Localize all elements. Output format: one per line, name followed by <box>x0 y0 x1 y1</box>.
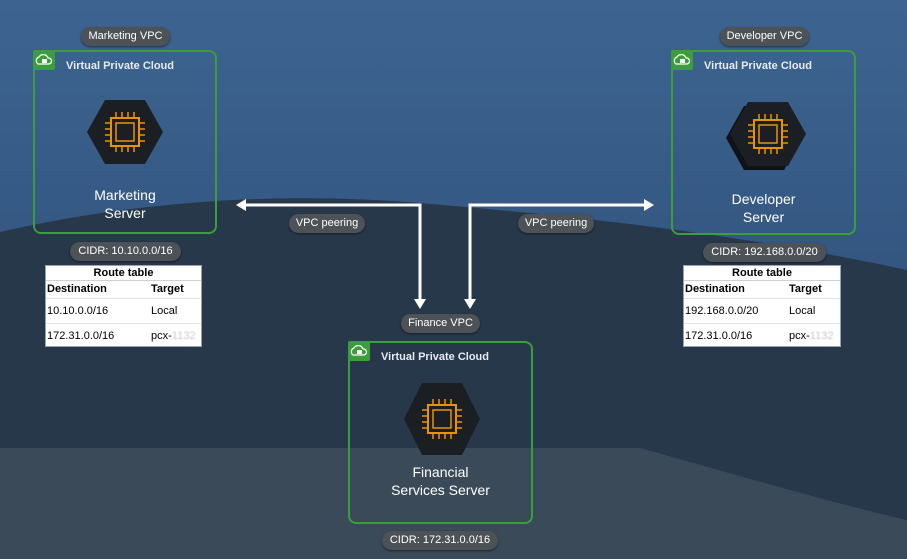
finance-cidr: CIDR: 172.31.0.0/16 <box>382 531 498 550</box>
developer-vpc-title: Virtual Private Cloud <box>704 60 812 72</box>
route-destination: 172.31.0.0/16 <box>685 330 753 342</box>
route-target: pcx- <box>151 330 172 342</box>
cloud-lock-icon <box>33 50 55 70</box>
route-table-header: Destination <box>47 283 107 295</box>
route-target-redacted: 1132 <box>809 330 834 342</box>
ec2-instance-icon[interactable] <box>726 100 806 172</box>
developer-cidr: CIDR: 192.168.0.0/20 <box>703 243 826 262</box>
cloud-lock-icon <box>348 341 370 361</box>
finance-vpc-box: Virtual Private Cloud Financial Services… <box>348 341 533 524</box>
route-table-header: Target <box>151 283 184 295</box>
marketing-vpc-label: Marketing VPC <box>81 27 170 46</box>
route-target: pcx- <box>789 330 810 342</box>
cloud-lock-icon <box>671 50 693 70</box>
developer-server-name: Developer Server <box>731 191 796 225</box>
marketing-server-name: Marketing Server <box>94 187 156 221</box>
marketing-vpc-title: Virtual Private Cloud <box>66 60 174 72</box>
marketing-route-table: Route table Destination Target 10.10.0.0/… <box>45 265 202 347</box>
route-destination: 192.168.0.0/20 <box>685 305 759 317</box>
finance-server-name: Financial Services Server <box>391 464 490 498</box>
route-target: Local <box>789 305 816 317</box>
table-row: 172.31.0.0/16 pcx-1132 <box>684 323 840 348</box>
marketing-cidr: CIDR: 10.10.0.0/16 <box>70 242 181 261</box>
vpc-peering-label-right: VPC peering <box>518 214 594 233</box>
marketing-vpc-box: Virtual Private Cloud Marketing Server <box>33 50 217 234</box>
ec2-instance-icon[interactable] <box>402 381 482 457</box>
finance-vpc-label: Finance VPC <box>401 314 480 333</box>
route-destination: 10.10.0.0/16 <box>47 305 109 317</box>
route-target: Local <box>151 305 178 317</box>
table-row: 172.31.0.0/16 pcx-1132 <box>46 323 201 348</box>
table-row: 10.10.0.0/16 Local <box>46 298 201 323</box>
route-destination: 172.31.0.0/16 <box>47 330 115 342</box>
table-row: 192.168.0.0/20 Local <box>684 298 840 323</box>
route-table-title: Route table <box>684 266 840 281</box>
route-table-title: Route table <box>46 266 201 281</box>
ec2-instance-icon[interactable] <box>85 98 165 166</box>
route-table-header: Destination <box>685 283 745 295</box>
route-table-header: Target <box>789 283 822 295</box>
developer-vpc-label: Developer VPC <box>720 27 809 46</box>
finance-vpc-title: Virtual Private Cloud <box>381 351 489 363</box>
vpc-peering-label-left: VPC peering <box>289 214 365 233</box>
route-target-redacted: 1132 <box>171 330 196 342</box>
developer-route-table: Route table Destination Target 192.168.0.… <box>683 265 841 347</box>
developer-vpc-box: Virtual Private Cloud Developer Server <box>671 50 856 235</box>
